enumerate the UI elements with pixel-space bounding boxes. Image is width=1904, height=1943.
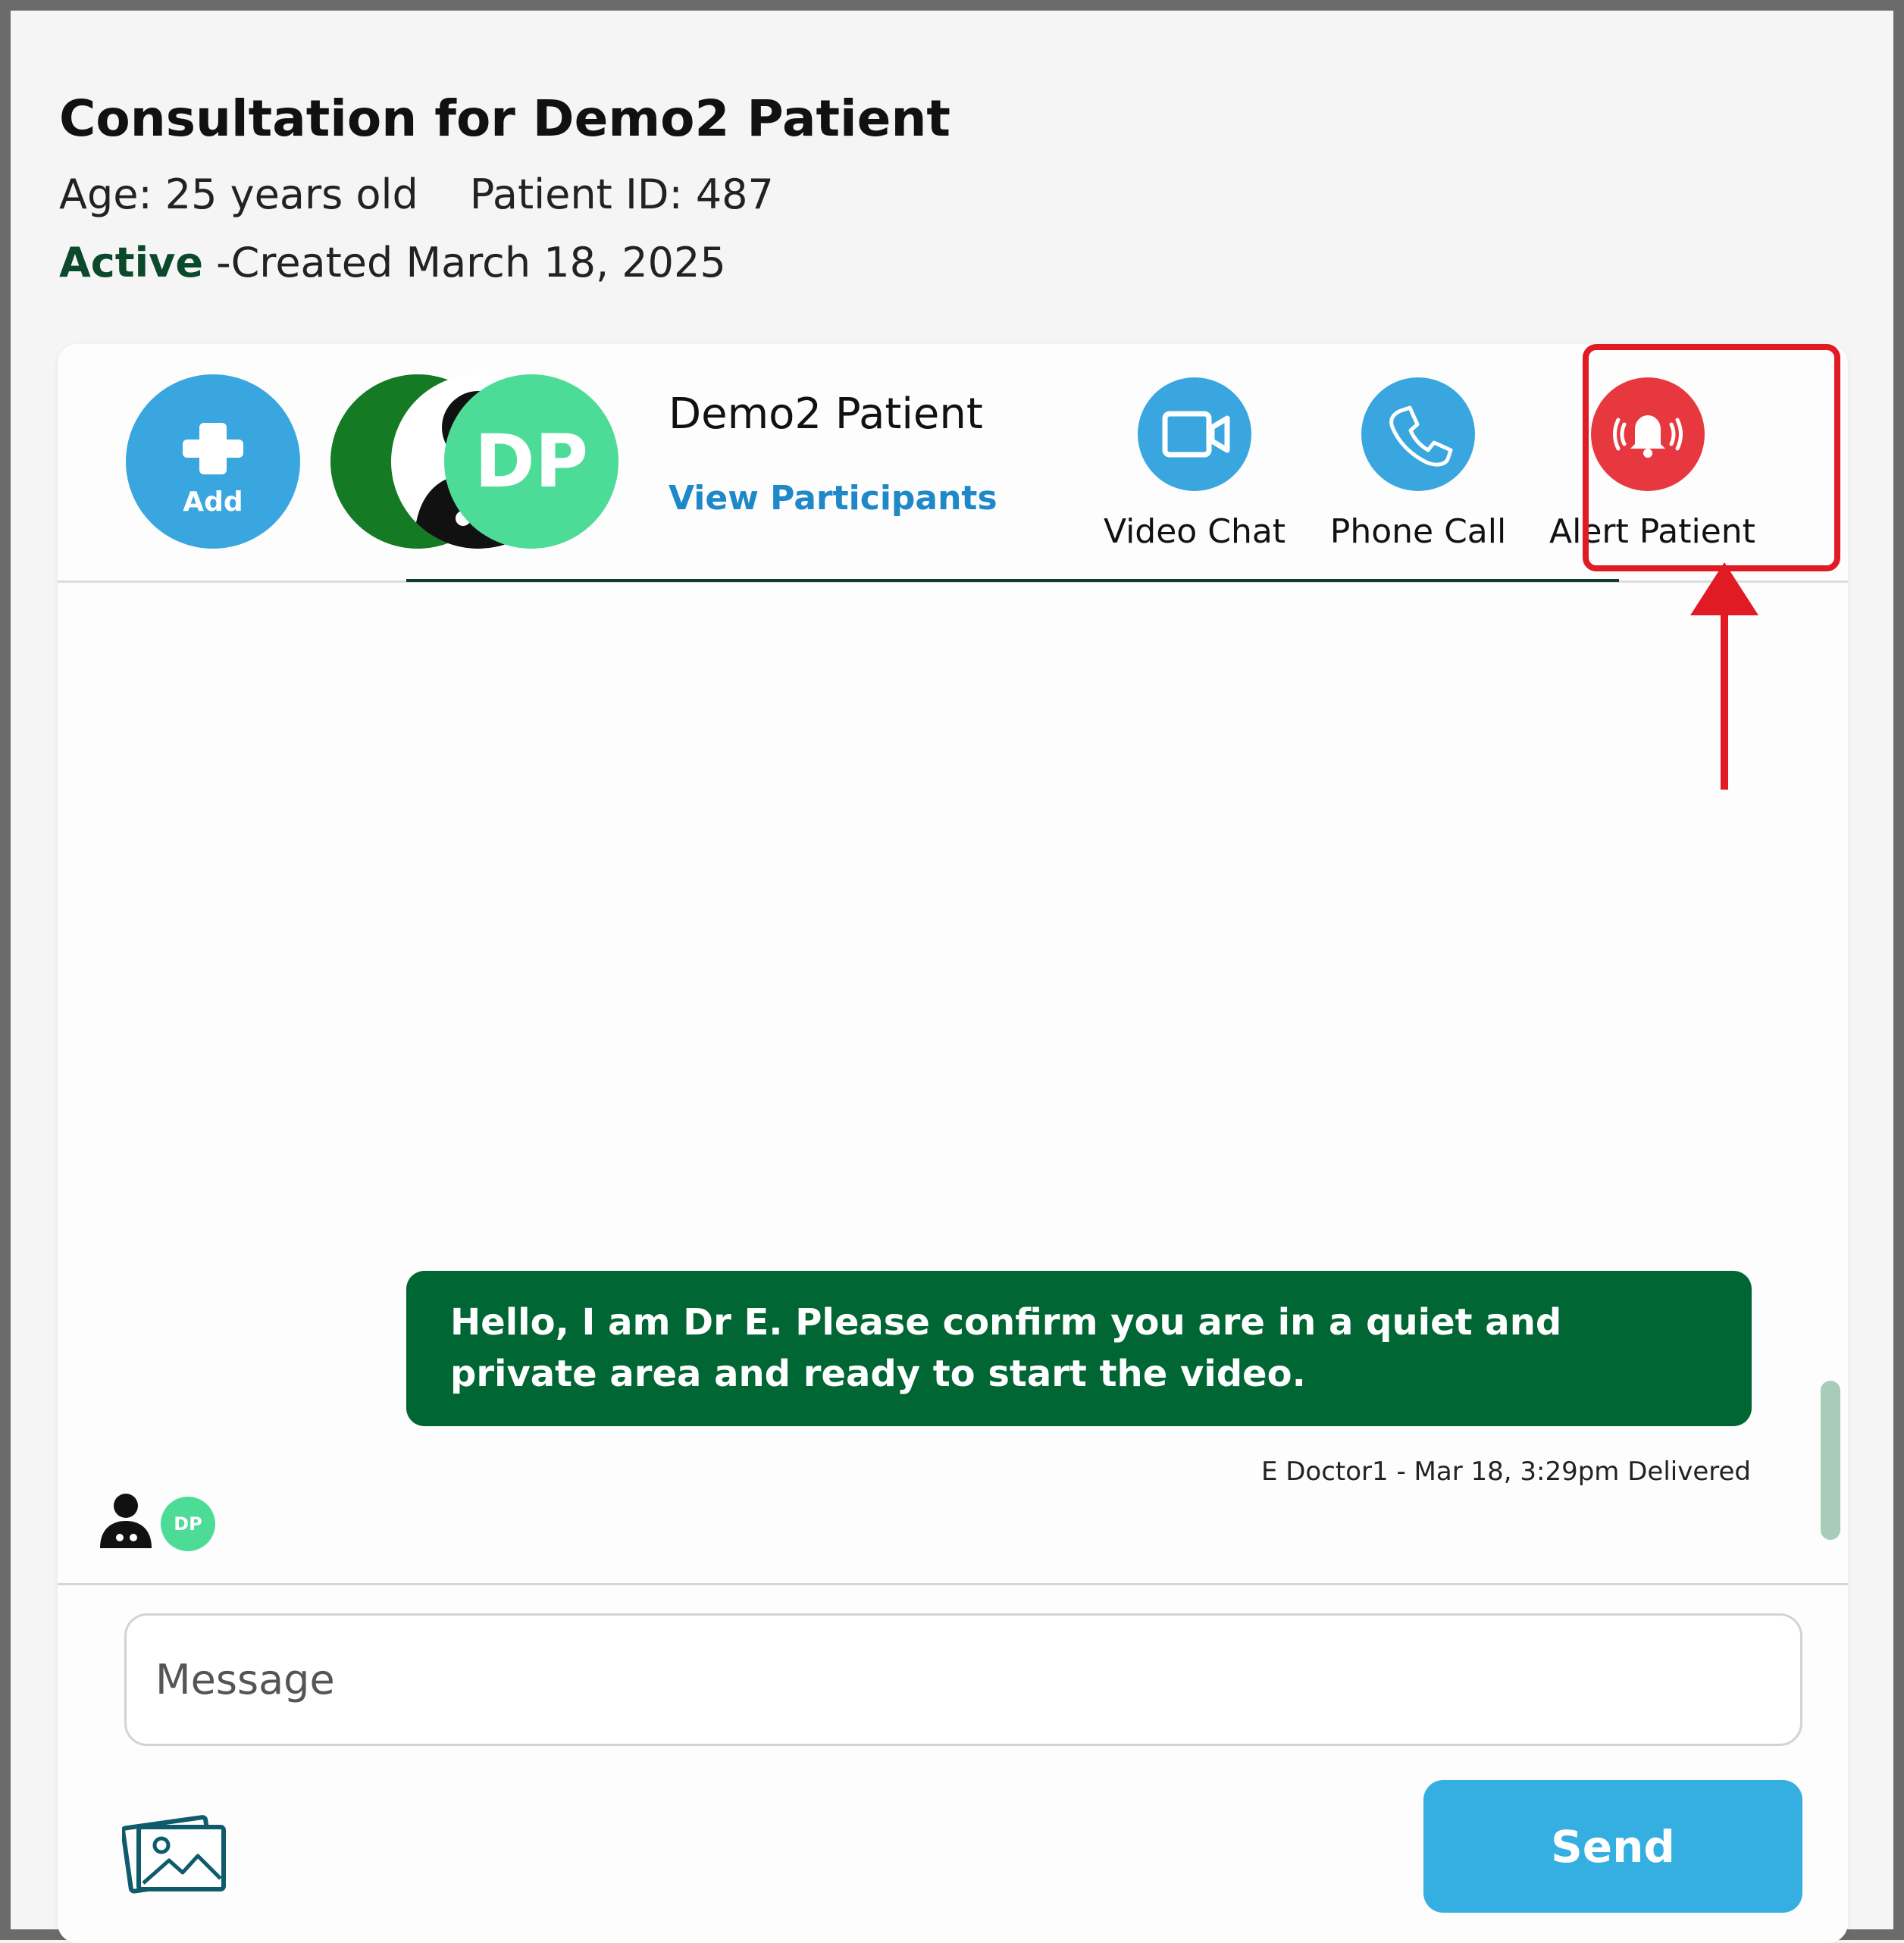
- image-upload-icon[interactable]: [122, 1803, 228, 1894]
- video-chat-button[interactable]: Video Chat: [1096, 377, 1293, 551]
- status-badge: Active: [59, 238, 203, 286]
- read-receipt-avatar: DP: [161, 1497, 215, 1551]
- message-bubble: Hello, I am Dr E. Please confirm you are…: [406, 1271, 1752, 1426]
- message-list: Hello, I am Dr E. Please confirm you are…: [58, 585, 1848, 1600]
- add-label: Add: [183, 487, 243, 518]
- plus-icon: [183, 423, 243, 474]
- patient-meta: Age: 25 years old Patient ID: 487: [59, 168, 950, 221]
- phone-call-button[interactable]: Phone Call: [1320, 377, 1517, 551]
- chat-topbar: Add DP Demo2 Patient View Participants V…: [58, 344, 1848, 583]
- doctor-icon: [100, 1494, 152, 1548]
- message-meta: E Doctor1 - Mar 18, 3:29pm Delivered: [1260, 1456, 1751, 1487]
- add-participant-button[interactable]: Add: [126, 374, 300, 549]
- read-receipts: DP: [99, 1491, 235, 1551]
- page-title: Consultation for Demo2 Patient: [59, 89, 950, 148]
- composer-divider: [58, 1583, 1848, 1585]
- send-button[interactable]: Send: [1423, 1780, 1802, 1913]
- phone-icon: [1361, 377, 1475, 491]
- patient-age: Age: 25 years old: [59, 170, 418, 218]
- consultation-header: Consultation for Demo2 Patient Age: 25 y…: [59, 86, 950, 289]
- view-participants-link[interactable]: View Participants: [669, 479, 997, 518]
- message-input[interactable]: [124, 1613, 1802, 1746]
- annotation-highlight: [1583, 344, 1840, 571]
- participant-name: Demo2 Patient: [669, 390, 983, 439]
- scrollbar[interactable]: [1821, 1381, 1840, 1540]
- chat-card: Add DP Demo2 Patient View Participants V…: [58, 344, 1848, 1943]
- created-date: -Created March 18, 2025: [202, 238, 726, 286]
- phone-call-label: Phone Call: [1329, 512, 1507, 551]
- participant-avatars[interactable]: DP: [330, 374, 634, 556]
- video-icon: [1138, 377, 1251, 491]
- patient-avatar: DP: [444, 374, 618, 549]
- video-chat-label: Video Chat: [1103, 512, 1286, 551]
- tab-underline: [406, 579, 1619, 582]
- consultation-status: Active -Created March 18, 2025: [59, 236, 950, 289]
- patient-id: Patient ID: 487: [469, 170, 774, 218]
